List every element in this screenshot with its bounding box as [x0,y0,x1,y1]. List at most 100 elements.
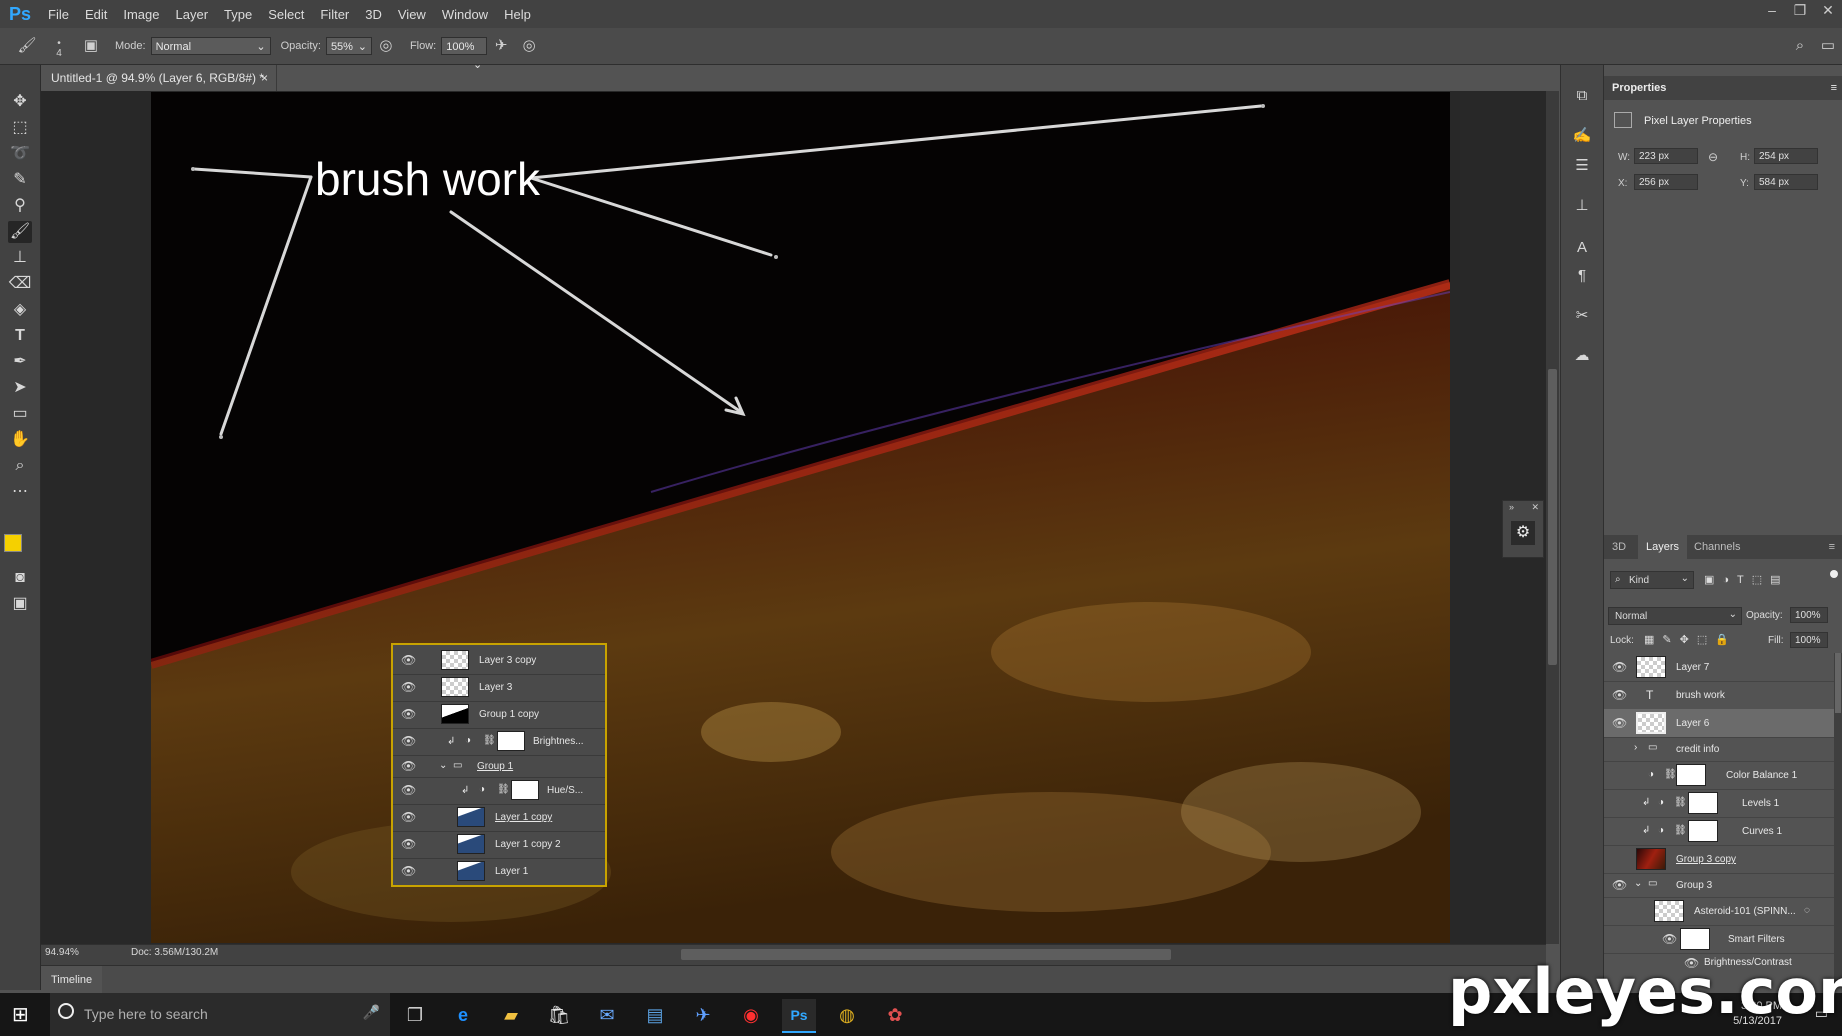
tab-layers[interactable]: Layers [1638,535,1688,559]
panel-menu-icon[interactable]: ≡ [1821,535,1842,559]
lock-icons[interactable]: ▦✎✥⬚🔒 [1644,633,1737,646]
tab-channels[interactable]: Channels [1686,535,1748,559]
creative-cloud-icon[interactable]: ◉ [734,999,768,1031]
pressure-size-icon[interactable]: ◎ [518,35,540,57]
eye-icon[interactable]: 👁 [1612,661,1627,673]
brush-tool-icon[interactable]: 🖌 [8,221,32,243]
zoom-tool-icon[interactable]: ⌕ [8,455,32,477]
eye-icon[interactable]: 👁 [1612,689,1627,701]
brush-tool-preset-icon[interactable]: 🖌 [16,35,38,57]
tools-icon[interactable]: ✂ [1571,305,1593,327]
table-row[interactable]: ◑ ⛓ Color Balance 1 [1604,761,1834,790]
foreground-color-swatch[interactable] [4,534,22,552]
eraser-tool-icon[interactable]: ⌫ [8,273,32,295]
eyedropper-tool-icon[interactable]: ⚲ [8,195,32,217]
brush-settings-icon[interactable]: ✍ [1571,125,1593,147]
chevron-down-icon[interactable]: ⌄ [439,760,447,771]
list-item[interactable]: 👁 Layer 1 copy [393,804,605,832]
eye-icon[interactable]: 👁 [401,784,416,796]
mode-select[interactable]: Normal ⌄ [150,37,271,55]
hand-tool-icon[interactable]: ✋ [8,429,32,451]
quick-select-tool-icon[interactable]: ✎ [8,169,32,191]
restore-icon[interactable]: ❐ [1786,0,1814,22]
edge-icon[interactable]: e [446,999,480,1031]
menu-image[interactable]: Image [115,7,167,22]
minimize-icon[interactable]: – [1758,0,1786,22]
stamp-tool-icon[interactable]: ⊥ [8,247,32,269]
paragraph-icon[interactable]: ¶ [1571,265,1593,287]
layers-scrollbar[interactable] [1834,653,1842,983]
chevron-right-icon[interactable]: › [1634,742,1637,753]
list-item[interactable]: 👁 Layer 3 [393,674,605,702]
photoshop-taskbar-icon[interactable]: Ps [782,999,816,1033]
link-icon[interactable]: ⊖ [1708,150,1718,164]
opacity-field[interactable]: 55% ⌄ [325,37,372,55]
adjustments-icon[interactable]: ☰ [1571,155,1593,177]
expand-icon[interactable]: » [1509,502,1514,512]
list-item[interactable]: 👁 ⌄ ▭ Group 1 [393,755,605,778]
menu-filter[interactable]: Filter [312,7,357,22]
eye-icon[interactable]: 👁 [401,708,416,720]
eye-icon[interactable]: 👁 [1612,717,1627,729]
menu-help[interactable]: Help [496,7,539,22]
close-tab-icon[interactable]: × [261,65,268,91]
taskbar-search[interactable]: Type here to search 🎤 [50,993,390,1036]
move-tool-icon[interactable]: ✥ [8,91,32,113]
windows-start-icon[interactable]: ⊞ [12,1003,36,1027]
brush-size-picker[interactable]: • 4 [44,35,74,59]
close-icon[interactable]: ✕ [1531,502,1539,513]
eye-icon[interactable]: 👁 [401,838,416,850]
app-icon[interactable]: ▤ [638,999,672,1031]
table-row[interactable]: Group 3 copy [1604,845,1834,874]
menu-select[interactable]: Select [260,7,312,22]
eye-icon[interactable]: 👁 [401,654,416,666]
rectangle-tool-icon[interactable]: ▭ [8,403,32,425]
menu-edit[interactable]: Edit [77,7,115,22]
menu-view[interactable]: View [390,7,434,22]
table-row[interactable]: 👁 ⌄ ▭ Group 3 [1604,873,1834,898]
zoom-level[interactable]: 94.94% [45,947,79,958]
history-icon[interactable]: ⧉ [1571,85,1593,107]
width-field[interactable]: 223 px [1634,148,1698,164]
filter-toggle[interactable] [1830,570,1838,578]
more-tools-icon[interactable]: ⋯ [8,481,32,503]
airbrush-icon[interactable]: ✈ [490,35,512,57]
tab-properties[interactable]: Properties ≡ [1604,76,1842,100]
microphone-icon[interactable]: 🎤 [363,1004,380,1021]
menu-3d[interactable]: 3D [357,7,390,22]
store-icon[interactable]: 🛍 [542,999,576,1031]
lasso-tool-icon[interactable]: ➰ [8,143,32,165]
table-row[interactable]: ↲ ◑ ⛓ Curves 1 [1604,817,1834,846]
list-item[interactable]: 👁 Layer 1 [393,858,605,885]
height-field[interactable]: 254 px [1754,148,1818,164]
eye-icon[interactable]: 👁 [401,735,416,747]
marquee-tool-icon[interactable]: ⬚ [8,117,32,139]
table-row[interactable]: 👁 Layer 7 [1604,653,1834,682]
table-row[interactable]: 👁 Smart Filters [1604,925,1834,954]
character-icon[interactable]: A [1571,237,1593,259]
screen-mode-icon[interactable]: ▣ [8,593,32,615]
panel-menu-icon[interactable]: ≡ [1831,82,1837,94]
fill-field[interactable]: 100% [1790,632,1828,648]
close-icon[interactable]: ✕ [1814,0,1842,22]
flow-field[interactable]: 100% ⌄ [441,37,488,71]
clone-source-icon[interactable]: ⊥ [1571,195,1593,217]
list-item[interactable]: 👁 Layer 1 copy 2 [393,831,605,859]
paint-bucket-tool-icon[interactable]: ◈ [8,299,32,321]
scroll-thumb[interactable] [1548,369,1557,665]
eye-icon[interactable]: 👁 [401,865,416,877]
vertical-scrollbar[interactable] [1546,91,1559,944]
file-explorer-icon[interactable]: ▰ [494,999,528,1031]
table-row[interactable]: ↲ ◑ ⛓ Levels 1 [1604,789,1834,818]
chrome-icon[interactable]: ◍ [830,999,864,1031]
eye-icon[interactable]: 👁 [1612,879,1627,891]
eye-icon[interactable]: 👁 [401,811,416,823]
filter-icons[interactable]: ▣◑T⬚▤ [1704,573,1789,586]
menu-type[interactable]: Type [216,7,260,22]
layer-opacity-field[interactable]: 100% [1790,607,1828,623]
menu-window[interactable]: Window [434,7,496,22]
search-icon[interactable]: ⌕ [1789,35,1811,57]
gear-icon[interactable]: ⚙ [1511,521,1535,545]
list-item[interactable]: 👁 Group 1 copy [393,701,605,729]
workspace-icon[interactable]: ▭ [1817,35,1839,57]
